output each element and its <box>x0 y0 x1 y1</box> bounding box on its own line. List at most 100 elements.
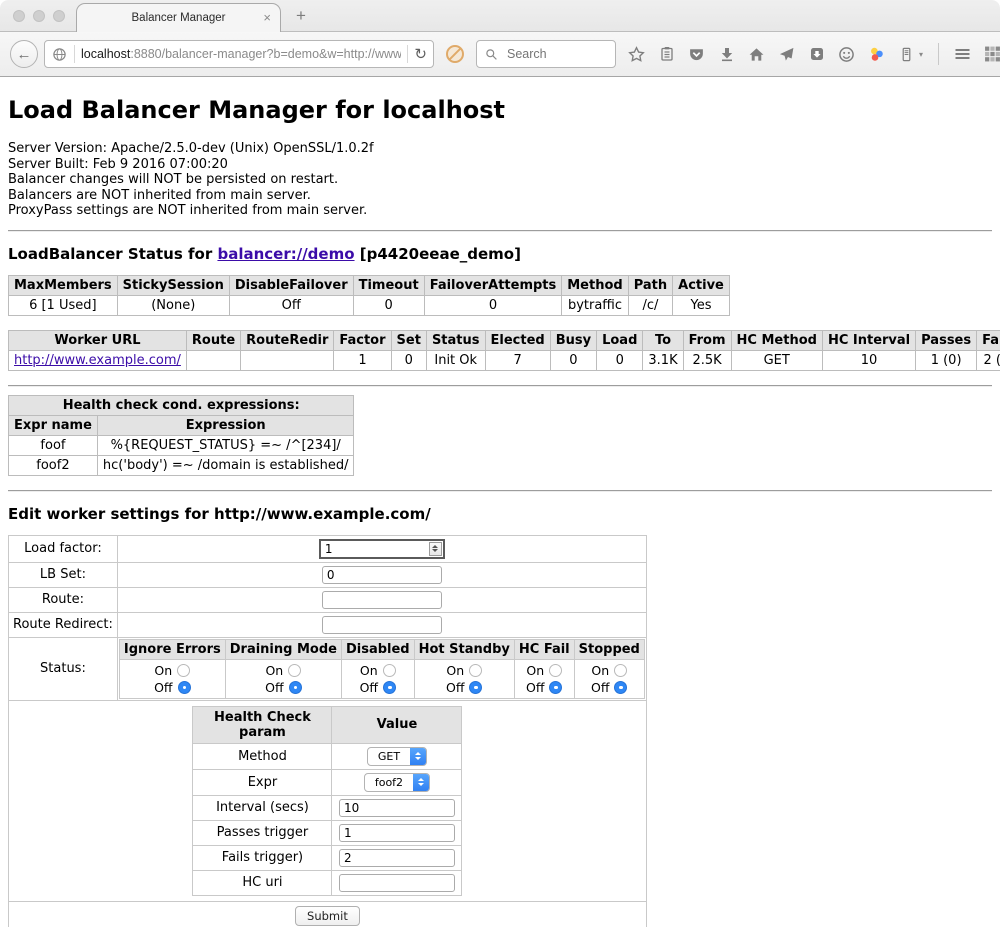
table-header-row: MaxMembers StickySession DisableFailover… <box>9 275 730 295</box>
send-tab-icon[interactable] <box>778 46 795 63</box>
server-built-line: Server Built: Feb 9 2016 07:00:20 <box>8 157 992 173</box>
table-header-row: Expr name Expression <box>9 415 354 435</box>
hc-uri-input[interactable] <box>339 874 455 892</box>
url-text[interactable]: localhost:8880/balancer-manager?b=demo&w… <box>81 47 401 61</box>
radio-on-label: On <box>526 663 544 678</box>
cell-hc-method: GET <box>731 350 822 370</box>
tab-balancer-manager[interactable]: Balancer Manager × <box>76 3 281 32</box>
hc-params-cell: Health Check param Value Method GET <box>9 700 647 901</box>
hc-fails-cell <box>332 845 462 870</box>
back-button[interactable]: ← <box>10 40 38 68</box>
save-to-device-icon[interactable] <box>808 46 825 63</box>
cell-routeredir <box>241 350 334 370</box>
hc-expr-cell: foof2 <box>332 769 462 795</box>
col-header: Timeout <box>353 275 424 295</box>
hc-expr-label: Expr <box>193 769 332 795</box>
hc-method-select[interactable]: GET <box>367 747 427 766</box>
status-cell-stopped: On Off <box>574 659 644 698</box>
search-bar[interactable] <box>476 40 616 68</box>
hc-uri-label: HC uri <box>193 870 332 895</box>
content-blocked-icon[interactable] <box>446 45 464 63</box>
status-cell-disabled: On Off <box>341 659 414 698</box>
cell-factor: 1 <box>334 350 391 370</box>
col-header: To <box>643 330 683 350</box>
search-input[interactable] <box>505 46 605 62</box>
hc-passes-cell <box>332 820 462 845</box>
route-input[interactable] <box>322 591 442 609</box>
draining-mode-off-radio[interactable] <box>289 681 302 694</box>
hc-fail-on-radio[interactable] <box>549 664 562 677</box>
cell-expr-name: foof2 <box>9 455 98 475</box>
device-sync-icon[interactable] <box>898 46 915 63</box>
disabled-on-radio[interactable] <box>383 664 396 677</box>
hc-fails-input[interactable] <box>339 849 455 867</box>
stopped-on-radio[interactable] <box>614 664 627 677</box>
pocket-icon[interactable] <box>688 46 705 63</box>
cell-status: Init Ok <box>426 350 485 370</box>
route-redirect-cell <box>117 612 646 637</box>
tile-grid-icon[interactable] <box>984 46 1000 63</box>
edit-worker-table: Load factor: 1 LB Set: Route: <box>8 535 647 927</box>
hc-passes-input[interactable] <box>339 824 455 842</box>
status-radio-row: On Off On Off On Off <box>119 659 644 698</box>
route-redirect-label: Route Redirect: <box>9 612 118 637</box>
minimize-window-button[interactable] <box>33 10 45 22</box>
hc-params-table: Health Check param Value Method GET <box>192 706 462 896</box>
load-factor-stepper[interactable]: 1 <box>319 539 445 559</box>
ignore-errors-on-radio[interactable] <box>177 664 190 677</box>
hc-fail-off-radio[interactable] <box>549 681 562 694</box>
draining-mode-on-radio[interactable] <box>288 664 301 677</box>
hc-expr-select[interactable]: foof2 <box>364 773 430 792</box>
balancer-demo-link[interactable]: balancer://demo <box>217 245 354 263</box>
form-row-status: Status: Ignore Errors Draining Mode Disa… <box>9 637 647 700</box>
col-header: RouteRedir <box>241 330 334 350</box>
edit-worker-form: Load factor: 1 LB Set: Route: <box>8 535 992 927</box>
radio-off-label: Off <box>154 680 172 695</box>
col-header: DisableFailover <box>229 275 353 295</box>
balancer-status-heading: LoadBalancer Status for balancer://demo … <box>8 245 992 263</box>
home-icon[interactable] <box>748 46 765 63</box>
route-redirect-input[interactable] <box>322 616 442 634</box>
url-bar[interactable]: localhost:8880/balancer-manager?b=demo&w… <box>44 40 434 68</box>
cell-set: 0 <box>391 350 426 370</box>
chat-smiley-icon[interactable] <box>838 46 855 63</box>
close-window-button[interactable] <box>13 10 25 22</box>
cell-worker-url: http://www.example.com/ <box>9 350 187 370</box>
stopped-off-radio[interactable] <box>614 681 627 694</box>
tab-close-icon[interactable]: × <box>263 10 271 25</box>
zoom-window-button[interactable] <box>53 10 65 22</box>
hc-interval-input[interactable] <box>339 799 455 817</box>
col-header: StickySession <box>117 275 229 295</box>
cell-hc-interval: 10 <box>822 350 915 370</box>
ignore-errors-off-radio[interactable] <box>178 681 191 694</box>
downloads-icon[interactable] <box>718 46 735 63</box>
hot-standby-off-radio[interactable] <box>469 681 482 694</box>
chevron-down-icon[interactable]: ▾ <box>919 50 923 59</box>
reload-icon[interactable]: ↻ <box>414 45 427 63</box>
reading-list-icon[interactable] <box>658 46 675 63</box>
browser-window: Balancer Manager × + ← localhost:8880/ba… <box>0 0 1000 927</box>
server-version-line: Server Version: Apache/2.5.0-dev (Unix) … <box>8 141 992 157</box>
route-label: Route: <box>9 587 118 612</box>
submit-button[interactable]: Submit <box>295 906 360 926</box>
form-row-hc-params: Health Check param Value Method GET <box>9 700 647 901</box>
number-spinner-icon[interactable] <box>429 542 442 556</box>
toolbar-separator <box>938 43 939 65</box>
url-host: localhost <box>81 47 130 61</box>
menu-hamburger-icon[interactable] <box>954 46 971 63</box>
divider <box>8 490 992 492</box>
bookmark-star-icon[interactable] <box>628 46 645 63</box>
new-tab-button[interactable]: + <box>296 6 306 26</box>
balancer-summary-table: MaxMembers StickySession DisableFailover… <box>8 275 730 316</box>
cell-timeout: 0 <box>353 295 424 315</box>
disabled-off-radio[interactable] <box>383 681 396 694</box>
hc-row-fails: Fails trigger) <box>193 845 462 870</box>
col-header: Fails <box>977 330 1000 350</box>
extension-colordots-icon[interactable] <box>868 46 885 63</box>
worker-url-link[interactable]: http://www.example.com/ <box>14 353 181 368</box>
lb-set-input[interactable] <box>322 566 442 584</box>
cell-fails: 2 (0) <box>977 350 1000 370</box>
hc-interval-label: Interval (secs) <box>193 795 332 820</box>
radio-off-label: Off <box>591 680 609 695</box>
hot-standby-on-radio[interactable] <box>469 664 482 677</box>
